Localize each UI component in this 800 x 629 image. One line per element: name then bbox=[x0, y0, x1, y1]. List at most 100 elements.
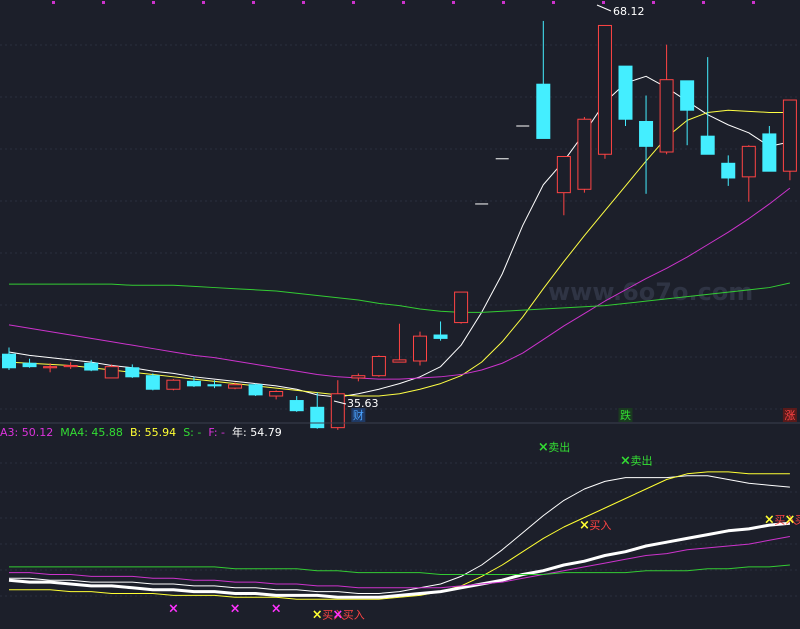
signal: × bbox=[168, 602, 179, 617]
candle-body-down bbox=[762, 133, 777, 172]
candle-body-up bbox=[741, 145, 756, 178]
border-dot bbox=[502, 1, 505, 4]
signal-mark: × bbox=[271, 602, 282, 617]
candle bbox=[145, 373, 160, 391]
candle-body-down bbox=[289, 400, 304, 412]
border-dot bbox=[752, 1, 755, 4]
candle-body-up bbox=[43, 366, 58, 369]
high-price-label: 68.12 bbox=[613, 5, 645, 18]
signal-mark: × bbox=[784, 512, 795, 527]
legend-entry: B: 55.94 bbox=[130, 426, 176, 439]
signal-mark: × bbox=[230, 602, 241, 617]
signal-label: 买入 bbox=[343, 608, 365, 621]
legend-entry: MA4: 45.88 bbox=[60, 426, 123, 439]
candle bbox=[782, 99, 797, 181]
border-dot bbox=[402, 1, 405, 4]
border-dot bbox=[302, 1, 305, 4]
border-dot bbox=[552, 1, 555, 4]
candle-body-down bbox=[310, 406, 325, 429]
candle-body-up bbox=[166, 379, 181, 390]
candle-body-down bbox=[248, 384, 263, 396]
legend-entry: S: - bbox=[183, 426, 201, 439]
signal-label: 卖出 bbox=[548, 440, 570, 454]
legend-entry: A3: 50.12 bbox=[0, 426, 53, 439]
candle-body-up bbox=[63, 365, 78, 368]
stock-chart-svg: www.6o7o.com 68.12 35.63 财跌涨 A3: 50.12 MA… bbox=[0, 0, 800, 625]
candle bbox=[454, 291, 469, 324]
signal: ×买入 bbox=[784, 512, 800, 527]
candle-body-up bbox=[597, 24, 612, 155]
signal: × 卖出 bbox=[538, 440, 570, 455]
candle bbox=[618, 65, 633, 127]
candle bbox=[413, 331, 427, 366]
candle-body-up bbox=[228, 384, 243, 389]
marker-label: 涨 bbox=[784, 409, 795, 422]
candle-body-down bbox=[433, 334, 448, 339]
signal-mark: × bbox=[579, 518, 590, 533]
candle-body-down bbox=[721, 162, 736, 179]
candle-body-down bbox=[2, 353, 16, 369]
signal-mark: × bbox=[764, 512, 775, 527]
signal-label: 买入 bbox=[795, 513, 800, 526]
border-dot bbox=[252, 1, 255, 4]
signal-mark: × bbox=[312, 607, 323, 622]
watermark-text: www.6o7o.com bbox=[548, 278, 753, 306]
event-marker: 财 bbox=[351, 408, 366, 422]
candle-body-down bbox=[125, 367, 140, 378]
chart-background bbox=[0, 0, 800, 625]
signal: ×买入 bbox=[332, 607, 364, 622]
candle-body-down bbox=[84, 362, 99, 371]
signal-label: 卖出 bbox=[631, 454, 653, 468]
candle-body-up bbox=[351, 375, 366, 379]
signal-mark: × bbox=[168, 602, 179, 617]
signal: ×买入 bbox=[579, 518, 611, 533]
border-dot bbox=[352, 1, 355, 4]
event-marker: 跌 bbox=[618, 408, 633, 422]
candle-body-down bbox=[700, 135, 715, 155]
candle bbox=[577, 116, 592, 193]
candle-body-up bbox=[371, 355, 386, 377]
candle-body-up bbox=[413, 335, 427, 362]
border-dot bbox=[52, 1, 55, 4]
marker-label: 跌 bbox=[620, 408, 631, 422]
candle-body-up bbox=[577, 118, 592, 190]
chart-area: www.6o7o.com 68.12 35.63 财跌涨 A3: 50.12 MA… bbox=[0, 0, 800, 625]
candle-body-up bbox=[782, 99, 797, 172]
candle bbox=[104, 364, 119, 379]
candle-body-down bbox=[207, 384, 222, 387]
event-marker: 涨 bbox=[782, 408, 797, 422]
border-dot bbox=[152, 1, 155, 4]
signal: × 卖出 bbox=[620, 454, 652, 469]
candle-body-up bbox=[454, 291, 469, 324]
candle-body-down bbox=[22, 362, 37, 368]
candle-body-up bbox=[556, 156, 571, 194]
signal: × bbox=[271, 602, 282, 617]
signal: × bbox=[230, 602, 241, 617]
candle bbox=[166, 379, 181, 391]
candle-body-down bbox=[680, 80, 695, 111]
candle-body-up bbox=[659, 79, 674, 153]
signal-label: 买入 bbox=[589, 519, 611, 532]
candle-body-down bbox=[618, 65, 633, 120]
legend-entry: F: - bbox=[208, 426, 225, 439]
border-dot bbox=[652, 1, 655, 4]
candle-body-down bbox=[186, 380, 201, 387]
candle bbox=[597, 24, 612, 159]
marker-label: 财 bbox=[353, 408, 364, 422]
signal-mark: × bbox=[620, 454, 631, 469]
indicator-legend: A3: 50.12 MA4: 45.88 B: 55.94 S: - F: - 年: 54… bbox=[0, 425, 282, 439]
candle-body-up bbox=[269, 390, 284, 397]
border-dot bbox=[702, 1, 705, 4]
border-dot bbox=[102, 1, 105, 4]
border-dot bbox=[452, 1, 455, 4]
border-dot bbox=[202, 1, 205, 4]
signal-mark: × bbox=[538, 440, 549, 455]
candle-body-down bbox=[536, 83, 551, 139]
candle-body-up bbox=[392, 359, 407, 363]
legend-entry: 年: 54.79 bbox=[232, 425, 282, 439]
candle bbox=[248, 383, 263, 397]
candle-body-up bbox=[104, 366, 119, 379]
signal-mark: × bbox=[332, 607, 343, 622]
border-dot bbox=[602, 1, 605, 4]
candle bbox=[371, 355, 386, 377]
